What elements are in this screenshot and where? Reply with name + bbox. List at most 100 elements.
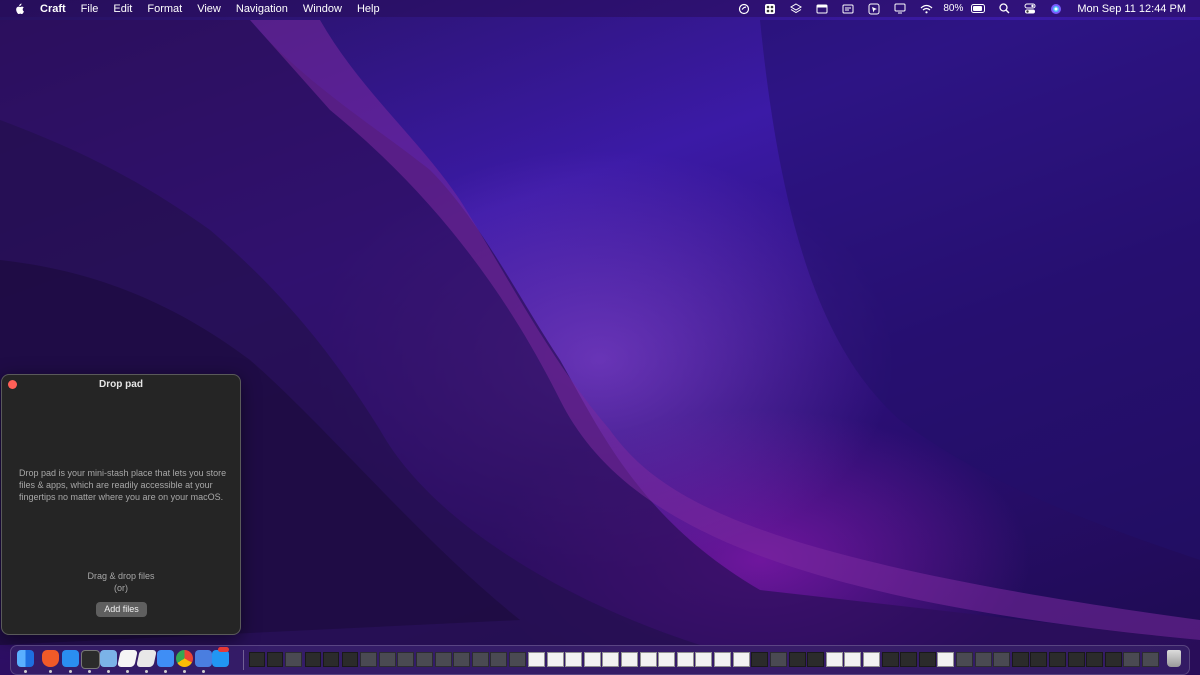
minimized-window[interactable] — [1142, 652, 1159, 667]
cursor-icon[interactable] — [867, 3, 881, 15]
app-store-icon[interactable] — [212, 650, 229, 667]
status-menu-area: 80% Mon Sep 11 12:44 PM — [731, 0, 1200, 17]
menu-app-name[interactable]: Craft — [40, 3, 66, 15]
window-icon[interactable] — [815, 3, 829, 15]
monitor-icon[interactable] — [893, 3, 907, 15]
minimized-window[interactable] — [844, 652, 861, 667]
terminal-icon[interactable] — [81, 650, 100, 669]
minimized-window[interactable] — [677, 652, 694, 667]
add-files-button[interactable]: Add files — [96, 602, 147, 617]
minimized-window[interactable] — [863, 652, 880, 667]
drop-pad-window: Drop pad Drop pad is your mini-stash pla… — [1, 374, 241, 635]
minimized-window[interactable] — [360, 652, 377, 667]
apple-menu-icon[interactable] — [14, 3, 28, 15]
minimized-window[interactable] — [882, 652, 899, 667]
menu-clock[interactable]: Mon Sep 11 12:44 PM — [1077, 3, 1186, 15]
running-indicator — [202, 670, 205, 673]
minimized-window[interactable] — [305, 652, 321, 667]
minimized-window[interactable] — [1086, 652, 1103, 667]
minimized-window[interactable] — [397, 652, 414, 667]
minimized-window[interactable] — [1123, 652, 1140, 667]
minimized-window[interactable] — [900, 652, 917, 667]
dock-separator — [243, 650, 244, 670]
minimized-window[interactable] — [547, 652, 564, 667]
finder-icon[interactable] — [17, 650, 34, 667]
menu-format[interactable]: Format — [147, 3, 182, 15]
spotlight-search-icon[interactable] — [997, 3, 1011, 15]
menu-help[interactable]: Help — [357, 3, 380, 15]
minimized-window[interactable] — [919, 652, 936, 667]
minimized-window[interactable] — [1049, 652, 1066, 667]
minimized-window[interactable] — [826, 652, 843, 667]
chrome-icon[interactable] — [176, 650, 193, 667]
minimized-window[interactable] — [1068, 652, 1085, 667]
minimized-window[interactable] — [249, 652, 265, 667]
minimized-window[interactable] — [770, 652, 787, 667]
running-indicator — [49, 670, 52, 673]
minimized-window[interactable] — [584, 652, 601, 667]
menu-view[interactable]: View — [197, 3, 221, 15]
trash-icon[interactable] — [1167, 650, 1181, 667]
minimized-window[interactable] — [1012, 652, 1029, 667]
minimized-window[interactable] — [640, 652, 657, 667]
minimized-window[interactable] — [937, 652, 954, 667]
drag-drop-label: Drag & drop files — [87, 571, 155, 581]
minimized-window[interactable] — [490, 652, 507, 667]
minimized-window[interactable] — [956, 652, 973, 667]
siri-icon[interactable] — [1049, 3, 1063, 15]
menu-edit[interactable]: Edit — [113, 3, 132, 15]
minimized-window[interactable] — [751, 652, 768, 667]
preview-icon[interactable] — [100, 650, 117, 667]
control-center-icon[interactable] — [1023, 3, 1037, 15]
running-indicator — [107, 670, 110, 673]
notes-icon[interactable] — [117, 650, 138, 667]
minimized-window[interactable] — [528, 652, 545, 667]
running-indicator — [24, 670, 27, 673]
minimized-window[interactable] — [602, 652, 619, 667]
minimized-window[interactable] — [1105, 652, 1122, 667]
minimized-window[interactable] — [416, 652, 433, 667]
brave-icon[interactable] — [42, 650, 59, 667]
minimized-window[interactable] — [285, 652, 302, 667]
tools-icon[interactable] — [763, 3, 777, 15]
migrate-icon[interactable] — [195, 650, 212, 667]
drop-zone[interactable]: Drag & drop files (or) — [2, 570, 240, 594]
layers-icon[interactable] — [789, 2, 803, 15]
minimized-window[interactable] — [267, 652, 283, 667]
battery-percent[interactable]: 80% — [943, 3, 963, 14]
minimized-window[interactable] — [789, 652, 806, 667]
minimized-window[interactable] — [323, 652, 339, 667]
notes2-icon[interactable] — [136, 650, 157, 667]
vscode-icon[interactable] — [62, 650, 79, 667]
minimized-window[interactable] — [509, 652, 526, 667]
minimized-window[interactable] — [565, 652, 582, 667]
minimized-window[interactable] — [379, 652, 396, 667]
minimized-window[interactable] — [472, 652, 489, 667]
minimized-window[interactable] — [993, 652, 1010, 667]
xcode-icon[interactable] — [157, 650, 174, 667]
minimized-window[interactable] — [621, 652, 638, 667]
menu-window[interactable]: Window — [303, 3, 342, 15]
minimized-window[interactable] — [658, 652, 675, 667]
menu-navigation[interactable]: Navigation — [236, 3, 288, 15]
minimized-window[interactable] — [695, 652, 712, 667]
display-icon[interactable] — [841, 3, 855, 15]
minimized-window[interactable] — [807, 652, 824, 667]
focus-icon[interactable] — [737, 3, 751, 15]
running-indicator — [88, 670, 91, 673]
minimized-window[interactable] — [714, 652, 731, 667]
minimized-window[interactable] — [435, 652, 452, 667]
minimized-window[interactable] — [1030, 652, 1047, 667]
running-indicator — [164, 670, 167, 673]
running-indicator — [126, 670, 129, 673]
wifi-icon[interactable] — [919, 3, 933, 15]
running-indicator — [69, 670, 72, 673]
minimized-window[interactable] — [453, 652, 470, 667]
or-label: (or) — [114, 583, 128, 593]
minimized-window[interactable] — [342, 652, 358, 667]
minimized-window[interactable] — [733, 652, 750, 667]
drop-pad-description: Drop pad is your mini-stash place that l… — [19, 468, 227, 502]
minimized-window[interactable] — [975, 652, 992, 667]
battery-icon[interactable] — [971, 3, 986, 15]
menu-file[interactable]: File — [81, 3, 99, 15]
